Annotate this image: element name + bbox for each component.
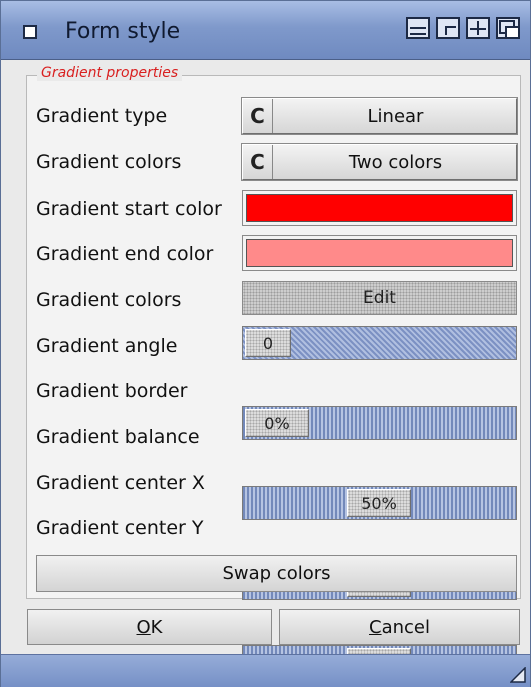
title-bar[interactable]: Form style — [1, 1, 530, 60]
cancel-shortcut-letter: C — [369, 616, 382, 638]
cancel-label-rest: ancel — [381, 616, 430, 638]
gradient-center-y-label: Gradient center Y — [36, 517, 204, 539]
gradient-border-label: Gradient border — [36, 380, 188, 402]
resize-handle-icon[interactable] — [510, 667, 526, 683]
angle-knob[interactable]: 0 — [245, 329, 291, 357]
gradient-balance-label: Gradient balance — [36, 426, 200, 448]
gradient-type-cycle[interactable]: C Linear — [241, 97, 518, 135]
swap-colors-button[interactable]: Swap colors — [36, 555, 517, 592]
cycle-icon: C — [243, 99, 273, 133]
gradient-colors-edit-label: Gradient colors — [36, 289, 182, 311]
gradient-type-label: Gradient type — [36, 105, 168, 127]
end-color-swatch — [246, 239, 513, 267]
gradient-angle-label: Gradient angle — [36, 335, 178, 357]
form-style-window: Form style Gradient properties Gradient … — [0, 0, 531, 687]
window-bottom-bar — [1, 654, 530, 687]
ok-label-rest: K — [150, 616, 163, 638]
window-title: Form style — [65, 19, 181, 44]
ok-shortcut-letter: O — [136, 616, 151, 638]
group-title: Gradient properties — [37, 65, 183, 81]
cancel-button[interactable]: Cancel — [279, 609, 520, 645]
gradient-colors-label: Gradient colors — [36, 151, 182, 173]
gradient-start-color-label: Gradient start color — [36, 198, 222, 220]
zoom-icon[interactable] — [436, 17, 460, 39]
depth-icon[interactable] — [496, 17, 520, 39]
balance-knob[interactable]: 50% — [347, 489, 411, 517]
snap-icon[interactable] — [466, 17, 490, 39]
gradient-balance-slider[interactable]: 50% — [242, 486, 517, 520]
iconify-icon[interactable] — [406, 17, 430, 39]
gradient-end-color-label: Gradient end color — [36, 243, 214, 265]
gradient-type-value: Linear — [367, 105, 424, 127]
edit-colors-button[interactable]: Edit — [242, 281, 517, 315]
start-color-picker[interactable] — [242, 190, 517, 226]
close-icon[interactable] — [23, 25, 37, 39]
ok-button[interactable]: OK — [27, 609, 272, 645]
gradient-center-x-label: Gradient center X — [36, 472, 205, 494]
title-gadgets — [406, 17, 520, 39]
gradient-colors-cycle[interactable]: C Two colors — [241, 143, 518, 181]
gradient-angle-slider[interactable]: 0 — [242, 326, 517, 360]
gradient-colors-value: Two colors — [348, 151, 443, 173]
start-color-swatch — [246, 194, 513, 222]
cycle-icon: C — [243, 145, 273, 179]
end-color-picker[interactable] — [242, 235, 517, 271]
border-knob[interactable]: 0% — [245, 409, 309, 437]
gradient-border-slider[interactable]: 0% — [242, 406, 517, 440]
